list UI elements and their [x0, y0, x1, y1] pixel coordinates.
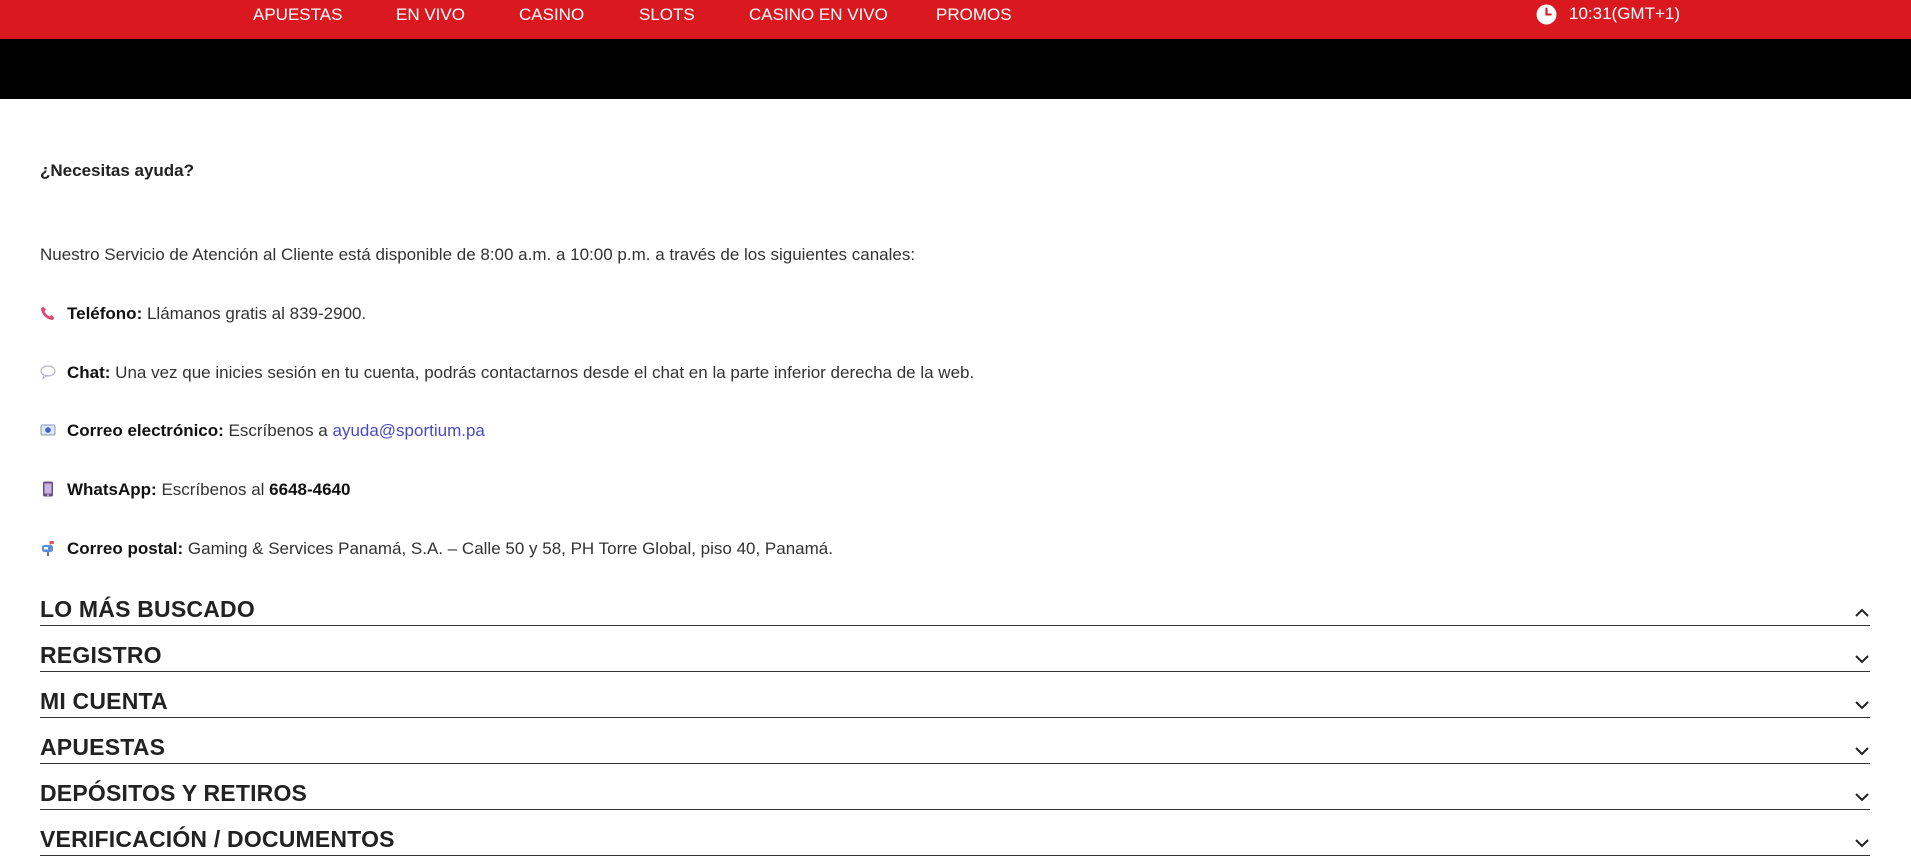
- nav-apuestas[interactable]: APUESTAS: [253, 4, 342, 26]
- accordion-title: REGISTRO: [40, 642, 162, 668]
- email-line: Correo electrónico: Escríbenos a ayuda@s…: [40, 420, 485, 442]
- help-intro: Nuestro Servicio de Atención al Cliente …: [40, 245, 916, 264]
- accordion-mi-cuenta[interactable]: MI CUENTA: [40, 676, 1870, 718]
- nav-slots[interactable]: SLOTS: [639, 4, 695, 26]
- help-title: ¿Necesitas ayuda?: [40, 161, 195, 180]
- clock: 10:31(GMT+1): [1536, 2, 1680, 26]
- chevron-down-icon[interactable]: [1854, 835, 1870, 851]
- chat-line: Chat: Una vez que inicies sesión en tu c…: [40, 362, 974, 384]
- email-link[interactable]: ayuda@sportium.pa: [332, 421, 484, 440]
- email-icon: [40, 424, 56, 436]
- phone-label: Teléfono:: [67, 304, 143, 323]
- whatsapp-label: WhatsApp:: [67, 480, 157, 499]
- email-text: Escríbenos a: [223, 421, 333, 440]
- chat-label: Chat:: [67, 363, 111, 382]
- email-label: Correo electrónico:: [67, 421, 224, 440]
- accordion-apuestas[interactable]: APUESTAS: [40, 722, 1870, 764]
- whatsapp-text: Escríbenos al: [156, 480, 270, 499]
- mailbox-icon: [42, 541, 54, 556]
- chevron-down-icon[interactable]: [1854, 651, 1870, 667]
- chevron-down-icon[interactable]: [1854, 743, 1870, 759]
- top-navigation-bar: APUESTAS EN VIVO CASINO SLOTS CASINO EN …: [0, 0, 1911, 39]
- nav-casino-en-vivo[interactable]: CASINO EN VIVO: [749, 4, 888, 26]
- accordion-verificacion-documentos[interactable]: VERIFICACIÓN / DOCUMENTOS: [40, 814, 1870, 856]
- nav-casino[interactable]: CASINO: [519, 4, 584, 26]
- nav-promos[interactable]: PROMOS: [936, 4, 1012, 26]
- nav-en-vivo[interactable]: EN VIVO: [396, 4, 465, 26]
- phone-text: Llámanos gratis al 839-2900.: [142, 304, 367, 323]
- chat-text: Una vez que inicies sesión en tu cuenta,…: [110, 363, 975, 382]
- accordion-title: DEPÓSITOS Y RETIROS: [40, 780, 308, 806]
- clock-icon: [1536, 4, 1557, 24]
- accordion-title: VERIFICACIÓN / DOCUMENTOS: [40, 826, 395, 852]
- chevron-down-icon[interactable]: [1854, 789, 1870, 805]
- clock-time: 10:31(GMT+1): [1569, 4, 1681, 23]
- whatsapp-line: WhatsApp: Escríbenos al 6648-4640: [40, 479, 350, 501]
- mobile-phone-icon: [43, 481, 53, 497]
- accordion-title: APUESTAS: [40, 734, 166, 760]
- phone-line: Teléfono: Llámanos gratis al 839-2900.: [40, 303, 366, 325]
- black-banner: [0, 39, 1911, 99]
- accordion-lo-mas-buscado[interactable]: LO MÁS BUSCADO: [40, 584, 1870, 626]
- chevron-down-icon[interactable]: [1854, 697, 1870, 713]
- accordion-title: LO MÁS BUSCADO: [40, 596, 255, 622]
- phone-icon: [41, 306, 55, 320]
- speech-bubble-icon: [40, 365, 56, 380]
- chevron-up-icon[interactable]: [1854, 605, 1870, 621]
- accordion-registro[interactable]: REGISTRO: [40, 630, 1870, 672]
- whatsapp-number: 6648-4640: [269, 480, 351, 499]
- postal-label: Correo postal:: [67, 539, 184, 558]
- postal-line: Correo postal: Gaming & Services Panamá,…: [40, 538, 833, 560]
- accordion-depositos-y-retiros[interactable]: DEPÓSITOS Y RETIROS: [40, 768, 1870, 810]
- postal-text: Gaming & Services Panamá, S.A. – Calle 5…: [183, 539, 833, 558]
- accordion-title: MI CUENTA: [40, 688, 168, 714]
